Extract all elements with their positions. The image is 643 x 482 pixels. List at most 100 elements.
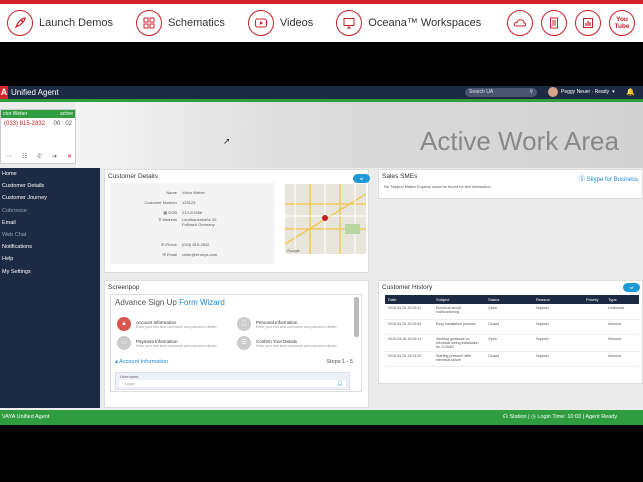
mouse-cursor-icon: ➚ (223, 136, 231, 146)
active-work-area-banner: Active Work Area (76, 102, 643, 168)
chevron-down-icon: ▾ (612, 89, 615, 95)
table-cell: Closed (485, 351, 533, 367)
salesforce-icon[interactable]: sf (623, 283, 640, 292)
clock-icon: ◷ (531, 414, 536, 420)
lock-icon: 🔒︎ (117, 317, 131, 331)
transfer-icon[interactable]: ➔ (52, 153, 57, 160)
column-header[interactable]: Status (485, 295, 533, 304)
conference-icon[interactable]: ☷ (22, 153, 27, 160)
table-cell: Support (533, 351, 583, 367)
skype-label: Skype for Business (586, 177, 638, 183)
table-cell: Easy installation process (433, 319, 485, 335)
table-cell: Inbound (605, 334, 639, 352)
column-header[interactable]: Subject (433, 295, 485, 304)
section-heading-text: Account Information (119, 359, 169, 365)
detail-label: Name (166, 189, 177, 195)
station-label[interactable]: Station (509, 414, 526, 420)
avatar (548, 87, 558, 97)
unified-agent-screen: A Unified Agent Search UA ⚲ Peggy Neuer … (0, 86, 643, 425)
cloud-icon[interactable] (507, 10, 533, 36)
footer-brand: VAYA Unified Agent (2, 414, 50, 420)
sidebar-item-customer-journey[interactable]: Customer Journey (0, 192, 100, 204)
wizard-title: Advance Sign Up Form Wizard (111, 295, 361, 310)
phone-icon: ✆ (160, 241, 165, 247)
detail-value: 21/12/1968 (182, 209, 203, 215)
table-cell: 2019-04-26 15:24:52 (385, 351, 433, 367)
scrollbar[interactable] (354, 297, 359, 337)
bar-chart-icon[interactable] (575, 10, 601, 36)
no-sme-message: No Subject Matter Experts could be found… (384, 184, 491, 189)
youtube-icon[interactable]: You Tube (609, 10, 635, 36)
column-header[interactable]: Priority (583, 295, 605, 304)
nav-launch-demos[interactable]: Launch Demos (7, 10, 113, 36)
detail-label: Customer Number (144, 199, 177, 205)
detail-value: victor@ef.avya.com (182, 251, 218, 257)
step-subtitle: Enter your first time username and passw… (256, 343, 337, 348)
hero-title: Active Work Area (420, 126, 619, 156)
search-input[interactable]: Search UA ⚲ (465, 88, 537, 97)
table-row[interactable]: 2019-04-26 15:24:52 Starting pressure af… (385, 351, 639, 367)
phone-icon[interactable]: ✆ (37, 153, 42, 160)
sign-up-form-wizard: Advance Sign Up Form Wizard 🔒︎ Account I… (110, 294, 362, 392)
agent-state[interactable]: Agent Ready (585, 414, 617, 420)
column-header[interactable]: Reason (533, 295, 583, 304)
table-row[interactable]: 2019-04-26 15:25:14 Seeking guidance on … (385, 334, 639, 352)
username-field[interactable]: Username Login 👤︎ (115, 372, 350, 390)
sidebar-item-help[interactable]: Help (0, 253, 100, 265)
detail-row: ✉ Email victor@ef.avya.com (110, 249, 275, 259)
table-cell: 2019-04-26 15:26:54 (385, 319, 433, 335)
column-header[interactable]: Type (605, 295, 639, 304)
sidebar-item-customer-details[interactable]: Customer Details (0, 180, 100, 192)
top-nav-bar: Launch Demos Schematics Videos Oceana™ W… (0, 4, 643, 42)
detail-label: Email (166, 251, 177, 257)
table-cell: Outbound (605, 304, 639, 320)
detail-row: ▦ DOB 21/12/1968 (110, 207, 275, 217)
table-cell: Starting pressure after electrical failu… (433, 351, 485, 367)
nav-label: Schematics (168, 17, 225, 29)
sidebar-item-cobrowse[interactable]: Cobrowse (0, 205, 100, 217)
location-icon: ⚲ (158, 217, 162, 222)
sidebar-item-home[interactable]: Home (0, 168, 100, 180)
document-icon[interactable] (541, 10, 567, 36)
search-icon: ⚲ (529, 89, 533, 95)
monitor-icon (336, 10, 363, 36)
nav-schematics[interactable]: Schematics (136, 10, 225, 36)
table-cell: Seeking guidance on electrical wiring in… (433, 334, 485, 352)
user-menu[interactable]: Peggy Neuer · Ready ▾ (548, 87, 615, 97)
table-cell: Closed (485, 319, 533, 335)
username-label: Username (120, 374, 139, 379)
bell-icon[interactable]: 🔔 (626, 88, 635, 96)
wizard-title-accent: Form Wizard (179, 298, 225, 307)
mail-icon: ✉ (162, 251, 166, 257)
table-cell (583, 304, 605, 320)
sidebar: Home Customer Details Customer Journey C… (0, 168, 100, 408)
checklist-icon: ☰ (237, 336, 251, 350)
customer-map[interactable]: Google (285, 184, 366, 254)
more-icon[interactable]: ⋯ (6, 153, 12, 160)
search-placeholder: Search UA (469, 89, 494, 95)
wizard-step-confirm[interactable]: ☰ Confirm Your Details Enter your first t… (237, 336, 337, 350)
skype-for-business-link[interactable]: Ⓢ Skype for Business (579, 174, 638, 183)
table-row[interactable]: 2019-04-26 15:26:54 Easy installation pr… (385, 319, 639, 335)
salesforce-icon[interactable]: sf (353, 174, 370, 183)
wizard-step-personal[interactable]: 👤︎ Personal Information Enter your first … (237, 317, 337, 331)
nav-oceana-workspaces[interactable]: Oceana™ Workspaces (336, 10, 481, 36)
sidebar-item-my-settings[interactable]: My Settings (0, 266, 100, 278)
wizard-step-account[interactable]: 🔒︎ Account Information Enter your first t… (117, 317, 217, 331)
column-header[interactable]: Date (385, 295, 433, 304)
sidebar-item-notifications[interactable]: Notifications (0, 241, 100, 253)
customer-details-list: Name Victor Weber Customer Number 123123 ▦… (110, 183, 275, 264)
hangup-icon[interactable]: ✕ (67, 153, 72, 160)
user-icon: 👤︎ (237, 317, 251, 331)
section-heading: 🔒︎ Account Information (115, 359, 168, 366)
nav-videos[interactable]: Videos (247, 10, 313, 36)
wizard-step-payment[interactable]: ▭ Payment Information Enter your first ti… (117, 336, 217, 350)
call-status: active (59, 111, 73, 117)
detail-label: Phone (165, 241, 177, 247)
skype-icon: Ⓢ (578, 177, 585, 183)
table-row[interactable]: 2019-04-26 15:26:41 Electrical circuit m… (385, 304, 639, 320)
table-cell (583, 334, 605, 352)
sidebar-item-web-chat[interactable]: Web Chat (0, 229, 100, 241)
sidebar-item-email[interactable]: Email (0, 217, 100, 229)
footer-status: ☊ Station | ◷ Login Time: 10:03 | Agent … (503, 414, 618, 420)
